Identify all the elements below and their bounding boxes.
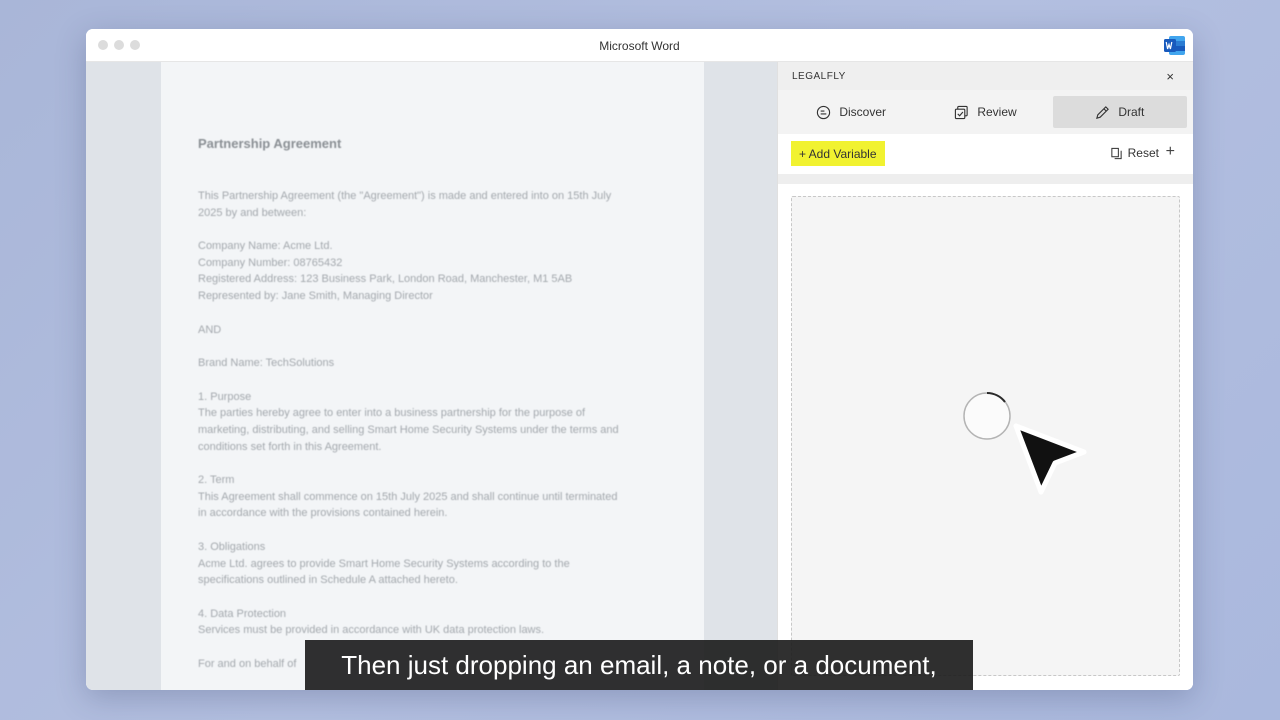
document-line: Acme Ltd. agrees to provide Smart Home S… — [198, 557, 570, 570]
document-line: The parties hereby agree to enter into a… — [198, 407, 586, 420]
document-page[interactable]: Partnership Agreement This Partnership A… — [161, 62, 704, 690]
word-window: Microsoft Word Partnership Agreement Thi… — [86, 29, 1193, 690]
loading-spinner-icon — [963, 392, 1011, 440]
document-line: Brand Name: TechSolutions — [198, 357, 335, 370]
document-line: Company Name: Acme Ltd. — [198, 240, 333, 253]
document-paragraph: This Partnership Agreement (the "Agreeme… — [198, 188, 678, 221]
document-paragraph: Brand Name: TechSolutions — [198, 355, 678, 372]
document-content: Partnership Agreement This Partnership A… — [198, 136, 678, 689]
legalfly-panel: LEGALFLY × Discover Review Draft + Add V… — [777, 62, 1193, 690]
document-line: 3. Obligations — [198, 540, 266, 553]
tab-review[interactable]: Review — [918, 96, 1052, 128]
document-canvas[interactable]: Partnership Agreement This Partnership A… — [86, 62, 777, 690]
mouse-cursor-icon — [1013, 423, 1087, 495]
document-line: specifications outlined in Schedule A at… — [198, 574, 458, 587]
add-variable-button[interactable]: + Add Variable — [791, 141, 885, 166]
tab-review-label: Review — [977, 105, 1017, 119]
panel-tabs: Discover Review Draft — [778, 90, 1193, 134]
tab-discover[interactable]: Discover — [784, 96, 918, 128]
panel-close-button[interactable]: × — [1166, 69, 1174, 84]
file-dropzone[interactable] — [791, 196, 1180, 676]
document-title: Partnership Agreement — [198, 136, 342, 151]
document-line: in accordance with the provisions contai… — [198, 507, 448, 520]
document-line: 1. Purpose — [198, 390, 252, 403]
document-paragraph: Company Name: Acme Ltd. Company Number: 0… — [198, 238, 678, 304]
pencil-icon — [1096, 105, 1110, 119]
discover-icon — [817, 105, 831, 119]
title-bar: Microsoft Word — [86, 29, 1193, 62]
reset-label: Reset — [1127, 146, 1159, 160]
document-line: conditions set forth in this Agreement. — [198, 440, 382, 453]
word-icon — [1164, 36, 1185, 55]
document-paragraph: 3. Obligations Acme Ltd. agrees to provid… — [198, 539, 678, 589]
document-line: AND — [198, 323, 222, 336]
tab-discover-label: Discover — [839, 105, 886, 119]
tab-draft[interactable]: Draft — [1052, 96, 1187, 128]
document-line: 4. Data Protection — [198, 607, 287, 620]
draft-toolbar: + Add Variable Reset + — [778, 134, 1193, 174]
document-paragraph: AND — [198, 322, 678, 339]
document-line: 2025 by and between: — [198, 206, 307, 219]
toolbar-divider — [778, 174, 1193, 184]
document-line: marketing, distributing, and selling Sma… — [198, 423, 619, 436]
panel-header: LEGALFLY × — [778, 62, 1193, 90]
panel-brand: LEGALFLY — [792, 71, 846, 82]
document-paragraph: 4. Data Protection Services must be provi… — [198, 606, 678, 639]
document-line: Company Number: 08765432 — [198, 256, 343, 269]
window-title: Microsoft Word — [599, 39, 680, 53]
document-line: Services must be provided in accordance … — [198, 624, 545, 637]
reset-button[interactable]: Reset — [1110, 146, 1159, 160]
add-button[interactable]: + — [1166, 143, 1175, 161]
reset-icon — [1110, 147, 1122, 159]
document-paragraph: 1. Purpose The parties hereby agree to en… — [198, 389, 678, 455]
review-icon — [955, 105, 968, 119]
document-line: This Partnership Agreement (the "Agreeme… — [198, 190, 612, 202]
video-caption: Then just dropping an email, a note, or … — [305, 640, 973, 690]
document-line: Represented by: Jane Smith, Managing Dir… — [198, 289, 433, 302]
tab-draft-label: Draft — [1118, 105, 1145, 119]
document-line: This Agreement shall commence on 15th Ju… — [198, 490, 618, 503]
document-line: 2. Term — [198, 474, 235, 487]
document-line: Registered Address: 123 Business Park, L… — [198, 273, 573, 286]
document-paragraph: 2. Term This Agreement shall commence on … — [198, 472, 678, 522]
drop-area — [778, 184, 1193, 690]
